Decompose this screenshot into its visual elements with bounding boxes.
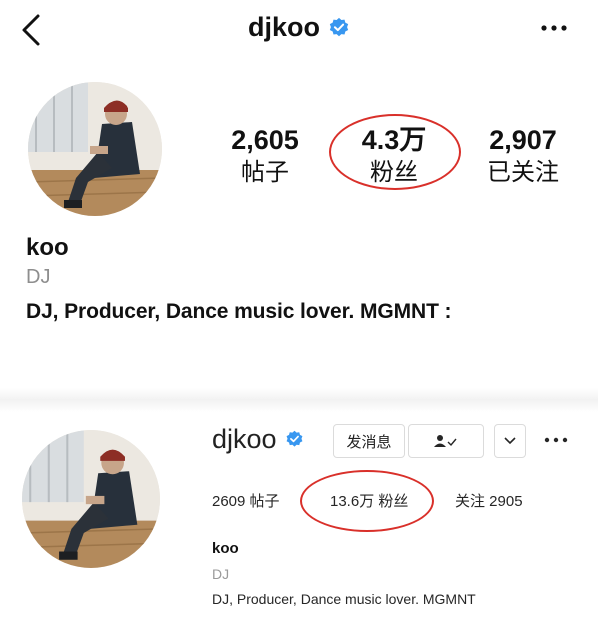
avatar[interactable] (22, 430, 160, 568)
following-button[interactable] (408, 424, 484, 458)
profile-name: koo (212, 540, 239, 557)
suggested-button[interactable] (494, 424, 526, 458)
user-check-icon (434, 435, 457, 447)
message-button-label: 发消息 (346, 433, 392, 451)
profile-category: DJ (26, 266, 51, 288)
posts-count: 2,605 (231, 125, 299, 155)
highlight-circle (329, 114, 461, 190)
posts-stat[interactable]: 2,605 帖子 (210, 124, 320, 188)
profile-username: djkoo (248, 12, 320, 42)
following-stat[interactable]: 2,907 已关注 (468, 124, 578, 188)
following-count: 2,907 (489, 125, 557, 155)
following-stat[interactable]: 关注 2905 (455, 490, 523, 511)
highlight-circle (300, 470, 434, 532)
chevron-down-icon (504, 437, 516, 445)
profile-category: DJ (212, 566, 230, 582)
posts-stat[interactable]: 2609 帖子 (212, 490, 280, 511)
profile-username-desktop: djkoo (212, 424, 304, 455)
section-divider (0, 388, 598, 412)
profile-bio: DJ, Producer, Dance music lover. MGMNT (212, 591, 476, 607)
avatar[interactable] (28, 82, 162, 216)
posts-label: 帖子 (241, 159, 289, 186)
verified-badge-icon (329, 17, 349, 36)
following-label: 已关注 (487, 159, 559, 186)
more-icon[interactable] (538, 16, 570, 40)
profile-bio: DJ, Producer, Dance music lover. MGMNT : (26, 300, 452, 323)
profile-name: koo (26, 234, 69, 261)
profile-title: djkoo (0, 12, 598, 43)
message-button[interactable]: 发消息 (333, 424, 405, 458)
verified-badge-icon (286, 430, 302, 447)
username-text: djkoo (212, 424, 277, 454)
avatar-photo (22, 430, 160, 568)
avatar-photo (28, 82, 162, 216)
more-icon[interactable] (543, 432, 569, 448)
